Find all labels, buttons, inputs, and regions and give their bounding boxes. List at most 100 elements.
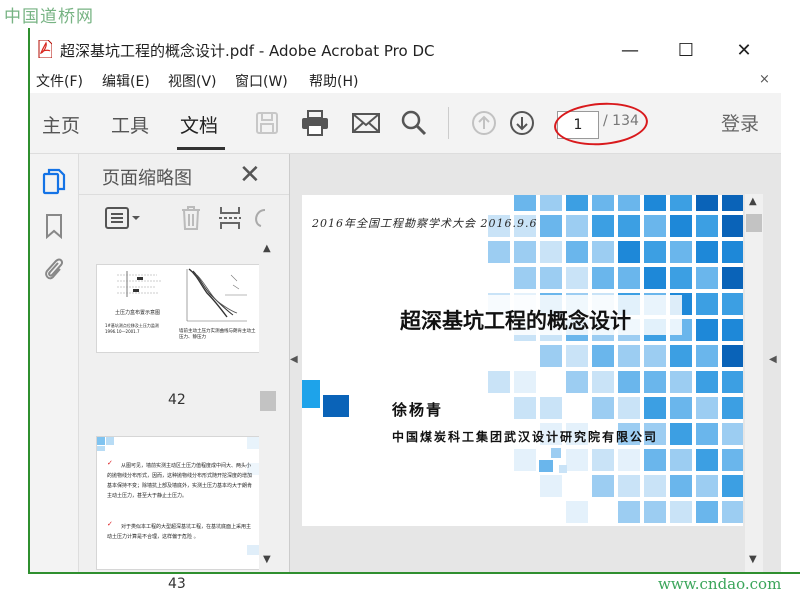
tab-document[interactable]: 文档: [180, 111, 218, 138]
options-menu-icon[interactable]: [104, 203, 142, 233]
mosaic-tile: [592, 475, 614, 497]
bookmark-icon[interactable]: [41, 212, 67, 240]
accent-square: [323, 395, 349, 417]
mosaic-tile: [592, 345, 614, 367]
mosaic-tile: [566, 215, 588, 237]
mosaic-tile: [644, 397, 666, 419]
thumb42-caption-right: 墙前主动土压力实测曲线与朗肯主动土压力、静压力: [179, 329, 256, 340]
thumbnail-toolbar: [79, 195, 269, 241]
mosaic-tile: [696, 371, 718, 393]
acrobat-window: 超深基坑工程的概念设计.pdf - Adobe Acrobat Pro DC —…: [30, 31, 781, 592]
rotate-page-icon[interactable]: [251, 203, 267, 233]
mosaic-tile: [618, 215, 640, 237]
mosaic-tile: [722, 371, 743, 393]
mosaic-tile: [618, 397, 640, 419]
document-scrollbar[interactable]: ▲ ▼: [745, 194, 763, 572]
tab-tools[interactable]: 工具: [111, 111, 149, 138]
mosaic-tile: [670, 215, 692, 237]
minimize-button[interactable]: —: [610, 35, 650, 65]
menu-bar: 文件(F) 编辑(E) 视图(V) 窗口(W) 帮助(H) ×: [30, 69, 781, 93]
scroll-down-arrow-icon[interactable]: ▼: [263, 554, 271, 565]
page-thumbnail-43[interactable]: ✓ ✓ 从图可见，墙前实测主动区土压力值程度成中间大、两头小的抛物线分布形式，因…: [96, 436, 260, 570]
page-up-icon[interactable]: [466, 105, 502, 141]
save-icon[interactable]: [249, 105, 285, 141]
mosaic-tile: [644, 475, 666, 497]
menu-view[interactable]: 视图(V): [168, 71, 217, 91]
pdf-page-slide: 2016年全国工程勘察学术大会 2016.9.6 超深基坑工程的概念设计 徐杨青…: [302, 195, 743, 526]
collapse-left-panel-arrow-icon[interactable]: ◀: [290, 354, 298, 365]
mosaic-tile: [722, 397, 743, 419]
thumb43-paragraph-1: 从图可见，墙前实测主动区土压力值程度成中间大、两头小的抛物线分布形式，因而，这种…: [107, 463, 253, 499]
mosaic-tile: [592, 371, 614, 393]
mosaic-tile: [722, 195, 743, 211]
mosaic-tile: [488, 371, 510, 393]
document-scrollbar-thumb[interactable]: [746, 214, 762, 232]
mosaic-tile: [722, 449, 743, 471]
mosaic-tile: [540, 397, 562, 419]
small-square: [551, 448, 561, 458]
mosaic-tile: [540, 241, 562, 263]
attachment-icon[interactable]: [41, 255, 67, 283]
mosaic-tile: [618, 475, 640, 497]
email-icon[interactable]: [348, 105, 384, 141]
minimize-icon: —: [621, 39, 639, 61]
menu-window[interactable]: 窗口(W): [235, 71, 288, 91]
mosaic-tile: [670, 195, 692, 211]
scroll-down-arrow-icon[interactable]: ▼: [749, 554, 757, 565]
close-icon: ✕: [736, 39, 752, 61]
insert-page-icon[interactable]: [215, 203, 245, 233]
mosaic-tile: [514, 267, 536, 289]
mosaic-tile: [722, 267, 743, 289]
tab-home[interactable]: 主页: [42, 111, 80, 138]
slide-title: 超深基坑工程的概念设计: [400, 309, 631, 333]
maximize-button[interactable]: ☐: [666, 35, 706, 65]
page-down-icon[interactable]: [504, 105, 540, 141]
mosaic-tile: [514, 241, 536, 263]
image-frame-top: [0, 0, 800, 30]
mosaic-tile: [566, 345, 588, 367]
mosaic-tile: [514, 195, 536, 211]
mosaic-tile: [670, 267, 692, 289]
close-panel-button[interactable]: ✕: [239, 160, 261, 190]
thumb43-paragraph-2: 对于类似本工程的大型超深基坑工程，在基坑底面上采用主动土压力计算是不合理，这样偏…: [107, 524, 252, 540]
thumbnail-scrollbar-thumb[interactable]: [260, 391, 276, 411]
menu-file[interactable]: 文件(F): [36, 71, 83, 91]
mosaic-tile: [696, 267, 718, 289]
mosaic-tile: [618, 501, 640, 523]
page-thumbnail-42[interactable]: 土压力盒布置示意图 1#基坑测点位移及土压力监测 1996.10—2001.7 …: [96, 264, 260, 353]
mosaic-tile: [540, 267, 562, 289]
menu-help[interactable]: 帮助(H): [309, 71, 358, 91]
pdf-file-icon: [38, 40, 52, 58]
close-document-button[interactable]: ×: [759, 72, 770, 87]
mosaic-tile: [696, 319, 718, 341]
mosaic-tile: [618, 195, 640, 211]
mosaic-tile: [540, 475, 562, 497]
scroll-up-arrow-icon[interactable]: ▲: [263, 243, 271, 254]
mosaic-tile: [592, 195, 614, 211]
mosaic-tile: [670, 423, 692, 445]
mosaic-tile: [566, 267, 588, 289]
mosaic-tile: [644, 215, 666, 237]
mosaic-tile: [644, 241, 666, 263]
mosaic-tile: [566, 501, 588, 523]
login-button[interactable]: 登录: [721, 109, 759, 136]
mosaic-tile: [696, 449, 718, 471]
mosaic-tile: [696, 501, 718, 523]
search-icon[interactable]: [396, 105, 432, 141]
mosaic-tile: [696, 241, 718, 263]
print-icon[interactable]: [297, 105, 333, 141]
menu-edit[interactable]: 编辑(E): [102, 71, 150, 91]
mosaic-tile: [592, 267, 614, 289]
mosaic-tile: [670, 345, 692, 367]
delete-page-icon[interactable]: [176, 203, 206, 233]
close-window-button[interactable]: ✕: [724, 35, 764, 65]
mosaic-tile: [670, 449, 692, 471]
mosaic-tile: [618, 371, 640, 393]
page-thumbnails-icon[interactable]: [41, 168, 67, 196]
slide-author: 徐杨青: [392, 401, 444, 419]
mosaic-tile: [592, 215, 614, 237]
active-tab-indicator: [177, 147, 225, 150]
mosaic-tile: [514, 449, 536, 471]
expand-right-panel-arrow-icon[interactable]: ◀: [769, 354, 777, 365]
scroll-up-arrow-icon[interactable]: ▲: [749, 196, 757, 207]
